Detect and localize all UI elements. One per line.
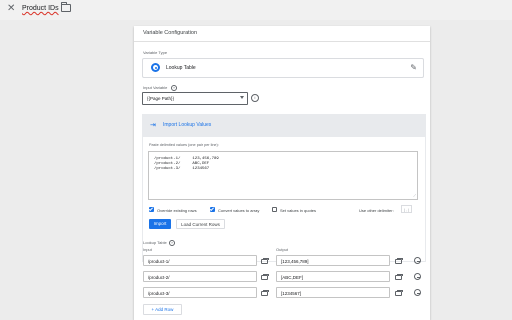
- lookup-input-field[interactable]: /product-2/: [143, 271, 257, 282]
- lookup-input-field[interactable]: /product-1/: [143, 255, 257, 266]
- import-button[interactable]: Import: [149, 219, 171, 229]
- card-title: Variable Configuration: [143, 30, 198, 36]
- load-current-rows-button[interactable]: Load Current Rows: [176, 219, 225, 229]
- add-row-button[interactable]: + Add Row: [143, 304, 182, 315]
- variable-picker-icon[interactable]: [395, 274, 403, 280]
- edit-pencil-icon[interactable]: ✎: [410, 63, 417, 72]
- dropdown-arrow-icon: [240, 96, 244, 99]
- delimiter-label: Use other delimiter:: [359, 207, 394, 213]
- cell-value: [ABC,DEF]: [281, 275, 304, 280]
- input-variable-label: Input Variable: [143, 85, 168, 90]
- lookup-input-field[interactable]: /product-3/: [143, 287, 257, 298]
- variable-picker-icon[interactable]: [261, 258, 269, 264]
- remove-row-icon[interactable]: [414, 289, 421, 296]
- convert-array-checkbox[interactable]: [210, 207, 215, 212]
- import-lookup-values-link[interactable]: Import Lookup Values: [163, 122, 211, 128]
- remove-row-icon[interactable]: [414, 273, 421, 280]
- override-rows-checkbox[interactable]: [149, 207, 154, 212]
- lookup-output-field[interactable]: [1234567]: [276, 287, 390, 298]
- import-arrow-icon: ⇥: [150, 122, 156, 129]
- cell-value: /product-1/: [148, 259, 170, 264]
- variable-type-selector[interactable]: Lookup Table ✎: [142, 58, 424, 78]
- textarea-line: /product-2/ ABC,DEF: [154, 162, 210, 166]
- cell-value: [123,456,789]: [281, 259, 309, 264]
- remove-row-icon[interactable]: [414, 257, 421, 264]
- title-bar: ✕ Product IDs: [0, 0, 512, 20]
- textarea-line: /product-3/ 1234567: [154, 167, 210, 171]
- import-header: ⇥ Import Lookup Values: [142, 114, 426, 136]
- card-header: Variable Configuration: [134, 26, 430, 42]
- help-icon[interactable]: ?: [171, 84, 177, 91]
- close-icon[interactable]: ✕: [7, 4, 15, 14]
- import-lookup-panel: ⇥ Import Lookup Values Paste delimited v…: [142, 114, 426, 262]
- info-icon[interactable]: i: [251, 94, 259, 102]
- lookup-output-field[interactable]: [123,456,789]: [276, 255, 390, 266]
- override-rows-label: Override existing rows: [157, 207, 197, 213]
- input-column-header: Input: [143, 247, 152, 252]
- variable-picker-icon[interactable]: [395, 290, 403, 296]
- cell-value: /product-2/: [148, 275, 170, 280]
- folder-icon[interactable]: [61, 2, 71, 12]
- textarea-line: /product-1/ 123,456,789: [154, 157, 219, 161]
- variable-type-label: Variable Type: [143, 50, 168, 55]
- output-column-header: Output: [276, 247, 289, 252]
- convert-array-label: Convert values to array: [218, 207, 260, 213]
- cell-value: [1234567]: [281, 291, 302, 296]
- lookup-table-label: Lookup Table: [143, 240, 167, 245]
- delimiter-input[interactable]: ( , ): [401, 205, 412, 213]
- import-body: Paste delimited values (one pair per lin…: [142, 136, 426, 262]
- input-variable-value: {{Page Path}}: [147, 96, 175, 101]
- quotes-label: Set values in quotes: [280, 207, 317, 213]
- variable-picker-icon[interactable]: [261, 274, 269, 280]
- variable-name-title[interactable]: Product IDs: [22, 5, 59, 12]
- variable-picker-icon[interactable]: [395, 258, 403, 264]
- lookup-output-field[interactable]: [ABC,DEF]: [276, 271, 390, 282]
- input-variable-select[interactable]: {{Page Path}}: [142, 92, 248, 105]
- resize-handle-icon[interactable]: ⟋: [413, 194, 416, 198]
- variable-type-value: Lookup Table: [166, 65, 196, 71]
- variable-configuration-card: Variable Configuration Variable Type Loo…: [134, 26, 430, 320]
- variable-picker-icon[interactable]: [261, 290, 269, 296]
- cell-value: /product-3/: [148, 291, 170, 296]
- textarea-label: Paste delimited values (one pair per lin…: [149, 143, 219, 147]
- delimited-values-textarea[interactable]: /product-1/ 123,456,789 /product-2/ ABC,…: [148, 151, 418, 200]
- help-icon[interactable]: ?: [169, 239, 175, 246]
- quotes-checkbox[interactable]: [272, 207, 277, 212]
- lookup-table-icon: [151, 63, 160, 72]
